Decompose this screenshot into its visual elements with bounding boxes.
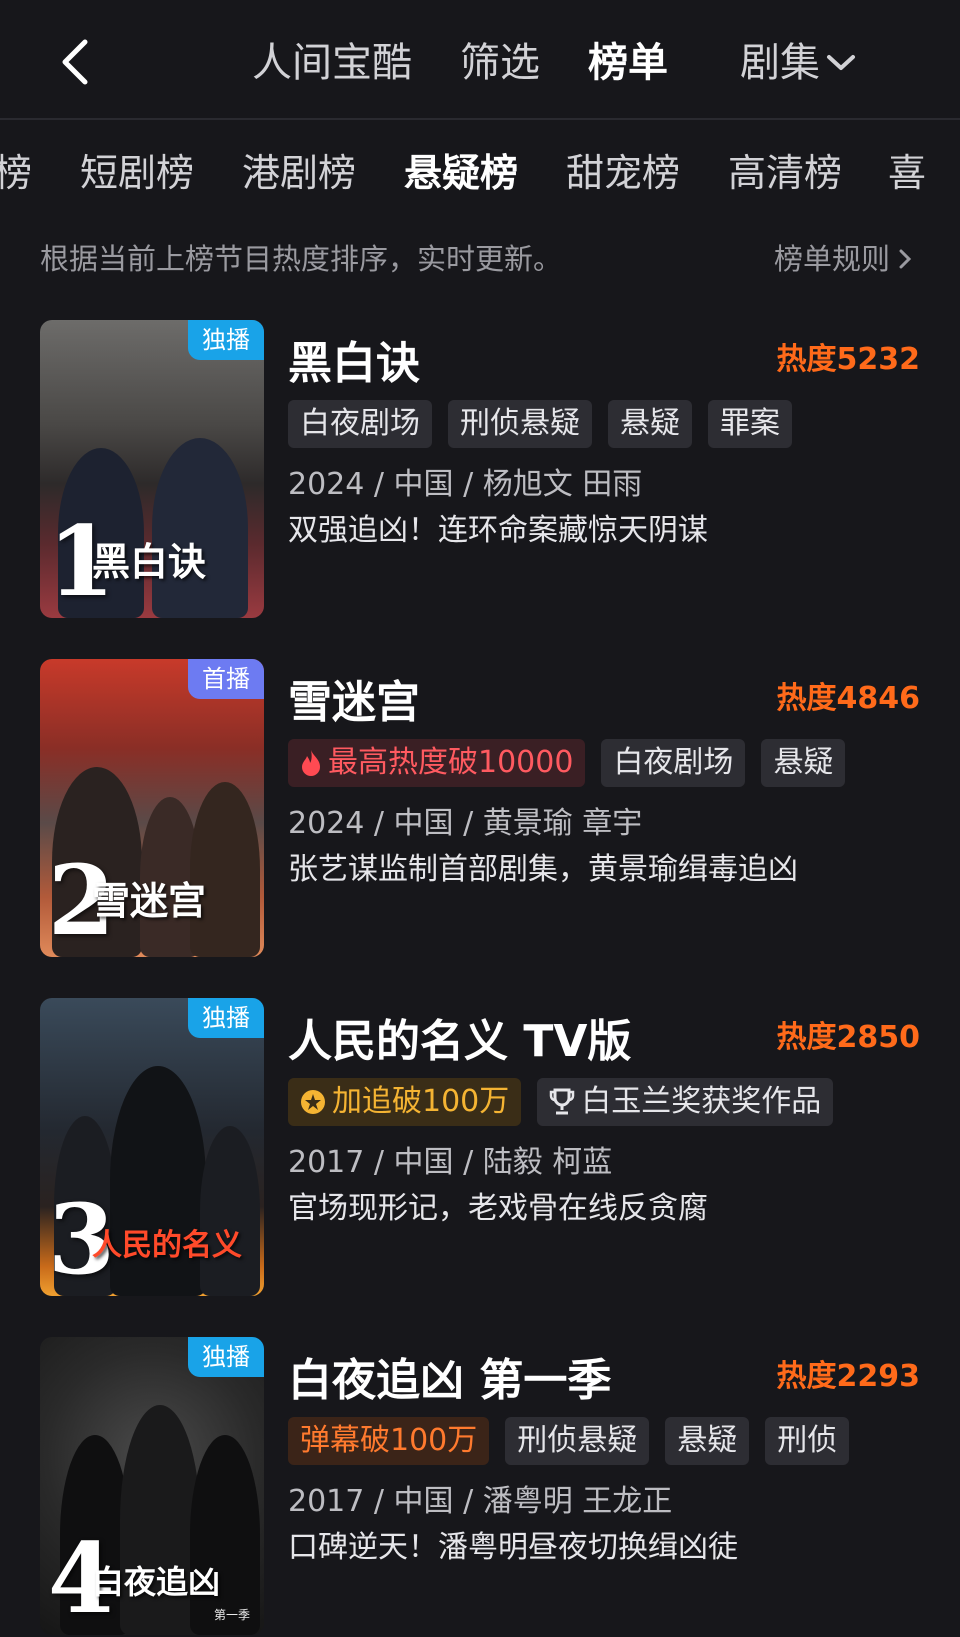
- nav-tab-renjian[interactable]: 人间宝酷: [252, 38, 412, 88]
- item-description: 双强追凶！连环命案藏惊天阴谋: [288, 513, 708, 548]
- item-title[interactable]: 黑白诀: [288, 334, 420, 394]
- ranking-info-text: 根据当前上榜节目热度排序，实时更新。: [40, 242, 563, 276]
- tab-romance[interactable]: 甜宠榜: [566, 148, 680, 198]
- item-description: 张艺谋监制首部剧集，黄景瑜缉毒追凶: [288, 852, 798, 887]
- item-title[interactable]: 人民的名义 TV版: [288, 1012, 631, 1072]
- chevron-down-icon: [827, 55, 855, 70]
- item-description: 口碑逆天！潘粤明昼夜切换缉凶徒: [288, 1530, 738, 1565]
- heat-score: 热度4846: [776, 681, 921, 716]
- tab-partial-left[interactable]: 榜: [0, 148, 32, 198]
- category-tabs: 榜 短剧榜 港剧榜 悬疑榜 甜宠榜 高清榜 喜: [0, 118, 960, 230]
- poster-image[interactable]: 首播 2 雪迷宫: [40, 659, 264, 957]
- exclusive-badge: 独播: [188, 320, 264, 360]
- rules-label: 榜单规则: [773, 242, 890, 276]
- highlight-tag-label: 最高热度破10000: [328, 745, 574, 780]
- poster-image[interactable]: 独播 4 白夜追凶 第一季: [40, 1337, 264, 1635]
- nav-tab-rankings[interactable]: 榜单: [588, 38, 668, 88]
- category-dropdown[interactable]: 剧集: [740, 38, 856, 88]
- tag[interactable]: 悬疑: [608, 400, 692, 448]
- tag[interactable]: 刑侦: [765, 1417, 850, 1465]
- tag[interactable]: 白夜剧场: [601, 739, 746, 787]
- tag-list: 弹幕破100万 刑侦悬疑 悬疑 刑侦: [288, 1417, 850, 1465]
- item-meta: 2024 / 中国 / 杨旭文 田雨: [288, 467, 643, 502]
- ranking-rules-link[interactable]: 榜单规则: [774, 236, 912, 282]
- tag[interactable]: 刑侦悬疑: [448, 400, 592, 448]
- item-description: 官场现形记，老戏骨在线反贪腐: [288, 1191, 708, 1226]
- dropdown-label: 剧集: [740, 40, 820, 86]
- highlight-tag[interactable]: 最高热度破10000: [288, 739, 586, 787]
- tab-hk-drama[interactable]: 港剧榜: [242, 148, 356, 198]
- tag[interactable]: 罪案: [708, 400, 792, 448]
- back-button[interactable]: [50, 34, 100, 90]
- tab-short-drama[interactable]: 短剧榜: [80, 148, 194, 198]
- tab-hd[interactable]: 高清榜: [728, 148, 842, 198]
- poster-title: 雪迷宫: [92, 878, 207, 923]
- tab-partial-right[interactable]: 喜: [888, 148, 926, 198]
- highlight-tag-label: 加追破100万: [332, 1084, 510, 1119]
- exclusive-badge: 独播: [188, 1337, 264, 1377]
- heat-score: 热度2293: [776, 1359, 921, 1394]
- item-title[interactable]: 雪迷宫: [288, 673, 420, 733]
- tag-list: 最高热度破10000 白夜剧场 悬疑: [288, 739, 846, 787]
- flame-icon: [302, 750, 320, 776]
- exclusive-badge: 独播: [188, 998, 264, 1038]
- chevron-left-icon: [62, 39, 88, 85]
- item-meta: 2017 / 中国 / 陆毅 柯蓝: [288, 1145, 613, 1180]
- tab-mystery[interactable]: 悬疑榜: [404, 148, 518, 198]
- poster-image[interactable]: 独播 1 黑白诀: [40, 320, 264, 618]
- award-tag-label: 白玉兰奖获奖作品: [581, 1084, 822, 1119]
- trophy-icon: [550, 1088, 575, 1115]
- poster-subtitle: 第一季: [213, 1608, 250, 1622]
- heat-score: 热度5232: [776, 342, 921, 377]
- chevron-right-icon: [899, 249, 912, 269]
- item-meta: 2024 / 中国 / 黄景瑜 章宇: [288, 806, 643, 841]
- poster-title: 黑白诀: [92, 539, 207, 584]
- premiere-badge: 首播: [188, 659, 264, 699]
- tag[interactable]: 刑侦悬疑: [505, 1417, 650, 1465]
- tag[interactable]: 悬疑: [761, 739, 846, 787]
- ranking-item[interactable]: 独播 1 黑白诀 黑白诀 热度5232 白夜剧场 刑侦悬疑 悬疑 罪案 2024…: [0, 320, 960, 620]
- nav-tab-filter[interactable]: 筛选: [460, 38, 540, 88]
- highlight-tag[interactable]: 加追破100万: [288, 1078, 522, 1126]
- poster-image[interactable]: 独播 3 人民的名义: [40, 998, 264, 1296]
- ranking-item[interactable]: 独播 3 人民的名义 人民的名义 TV版 热度2850 加追破100万 白玉兰奖…: [0, 998, 960, 1298]
- tag-list: 白夜剧场 刑侦悬疑 悬疑 罪案: [288, 400, 792, 448]
- tag[interactable]: 悬疑: [665, 1417, 750, 1465]
- poster-title: 人民的名义: [92, 1228, 242, 1263]
- poster-title: 白夜追凶: [92, 1563, 221, 1601]
- top-bar: 人间宝酷 筛选 榜单 剧集: [0, 0, 960, 120]
- tag-list: 加追破100万 白玉兰奖获奖作品: [288, 1078, 834, 1126]
- item-title[interactable]: 白夜追凶 第一季: [288, 1351, 611, 1411]
- heat-score: 热度2850: [776, 1020, 921, 1055]
- highlight-tag[interactable]: 弹幕破100万: [288, 1417, 490, 1465]
- tag[interactable]: 白夜剧场: [288, 400, 432, 448]
- ranking-item[interactable]: 独播 4 白夜追凶 第一季 白夜追凶 第一季 热度2293 弹幕破100万 刑侦…: [0, 1337, 960, 1637]
- award-tag[interactable]: 白玉兰奖获奖作品: [537, 1078, 834, 1126]
- ranking-item[interactable]: 首播 2 雪迷宫 雪迷宫 热度4846 最高热度破10000 白夜剧场 悬疑 2…: [0, 659, 960, 959]
- item-meta: 2017 / 中国 / 潘粤明 王龙正: [288, 1484, 673, 1519]
- star-badge-icon: [301, 1090, 325, 1114]
